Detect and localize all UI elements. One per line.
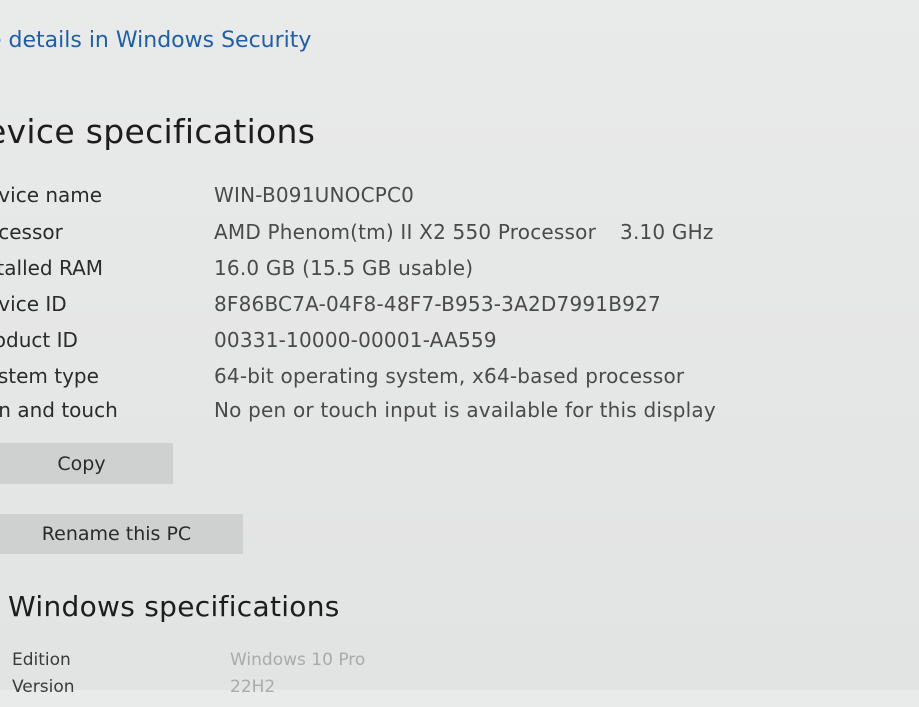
win-row-version: Version 22H2 [0,677,919,707]
spec-row-device-name: evice name WIN-B091UNOCPC0 [0,183,919,217]
spec-row-installed-ram: stalled RAM 16.0 GB (15.5 GB usable) [0,256,919,290]
rename-pc-button[interactable]: Rename this PC [0,514,243,554]
spec-value: 8F86BC7A-04F8-48F7-B953-3A2D7991B927 [214,292,661,316]
processor-speed: 3.10 GHz [620,220,714,244]
processor-name: AMD Phenom(tm) II X2 550 Processor [214,220,597,244]
win-row-edition: Edition Windows 10 Pro [0,650,919,680]
win-value: Windows 10 Pro [230,650,366,670]
win-value: 22H2 [230,677,276,697]
spec-value: 16.0 GB (15.5 GB usable) [214,256,474,280]
device-specifications-title: evice specifications [0,112,316,151]
spec-row-pen-and-touch: en and touch No pen or touch input is av… [0,398,919,432]
spec-value: 00331-10000-00001-AA559 [214,328,497,352]
spec-value: 64-bit operating system, x64-based proce… [214,364,685,388]
spec-label: ocessor [0,220,63,244]
spec-value: No pen or touch input is available for t… [214,398,716,422]
spec-label: ystem type [0,364,99,388]
windows-specifications-title: Windows specifications [8,590,340,623]
spec-label: en and touch [0,398,118,422]
security-link[interactable]: e details in Windows Security [0,28,311,53]
spec-label: evice ID [0,292,67,316]
spec-row-device-id: evice ID 8F86BC7A-04F8-48F7-B953-3A2D799… [0,292,919,326]
spec-label: stalled RAM [0,256,104,280]
spec-row-processor: ocessor AMD Phenom(tm) II X2 550 Process… [0,220,919,254]
win-label: Edition [12,650,71,670]
spec-row-system-type: ystem type 64-bit operating system, x64-… [0,364,919,398]
spec-row-product-id: roduct ID 00331-10000-00001-AA559 [0,328,919,362]
spec-label: roduct ID [0,328,78,352]
win-label: Version [12,677,75,697]
spec-label: evice name [0,183,103,207]
spec-value: AMD Phenom(tm) II X2 550 Processor 3.10 G… [214,220,714,244]
copy-button[interactable]: Copy [0,443,173,484]
spec-value: WIN-B091UNOCPC0 [214,183,415,207]
